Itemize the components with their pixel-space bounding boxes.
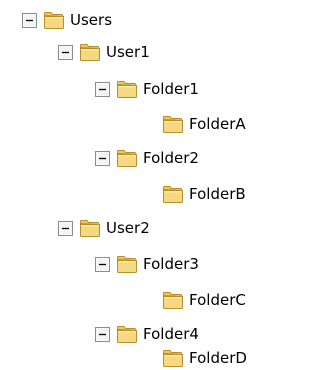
tree-node-folderd[interactable]: FolderD bbox=[162, 346, 247, 370]
tree-node-label[interactable]: FolderA bbox=[189, 112, 246, 136]
tree-node-users[interactable]: Users bbox=[22, 8, 112, 32]
collapse-minus-icon[interactable] bbox=[58, 45, 73, 60]
folder-icon bbox=[79, 42, 101, 62]
tree-node-foldera[interactable]: FolderA bbox=[162, 112, 246, 136]
folder-tree: Users User1 Folder1 FolderA Folder2 Fold… bbox=[0, 0, 274, 370]
folder-icon bbox=[162, 184, 184, 204]
tree-node-label[interactable]: Folder3 bbox=[143, 252, 199, 276]
tree-node-label[interactable]: User1 bbox=[106, 40, 150, 64]
folder-icon bbox=[162, 348, 184, 368]
folder-icon bbox=[116, 79, 138, 99]
collapse-minus-icon[interactable] bbox=[95, 151, 110, 166]
tree-node-label[interactable]: Folder4 bbox=[143, 322, 199, 346]
folder-icon bbox=[116, 254, 138, 274]
tree-node-user2[interactable]: User2 bbox=[58, 216, 150, 240]
tree-node-folder2[interactable]: Folder2 bbox=[95, 146, 199, 170]
tree-node-label[interactable]: FolderC bbox=[189, 288, 246, 312]
tree-node-label[interactable]: User2 bbox=[106, 216, 150, 240]
collapse-minus-icon[interactable] bbox=[22, 13, 37, 28]
folder-icon bbox=[79, 218, 101, 238]
tree-node-folder1[interactable]: Folder1 bbox=[95, 77, 199, 101]
tree-node-user1[interactable]: User1 bbox=[58, 40, 150, 64]
folder-icon bbox=[162, 290, 184, 310]
collapse-minus-icon[interactable] bbox=[58, 221, 73, 236]
collapse-minus-icon[interactable] bbox=[95, 327, 110, 342]
folder-icon bbox=[116, 148, 138, 168]
tree-node-label[interactable]: FolderB bbox=[189, 182, 246, 206]
tree-node-label[interactable]: FolderD bbox=[189, 346, 247, 370]
folder-icon bbox=[43, 10, 65, 30]
collapse-minus-icon[interactable] bbox=[95, 82, 110, 97]
tree-node-label[interactable]: Folder2 bbox=[143, 146, 199, 170]
folder-icon bbox=[162, 114, 184, 134]
tree-node-folderc[interactable]: FolderC bbox=[162, 288, 246, 312]
tree-node-folderb[interactable]: FolderB bbox=[162, 182, 246, 206]
tree-node-label[interactable]: Users bbox=[70, 8, 112, 32]
collapse-minus-icon[interactable] bbox=[95, 257, 110, 272]
folder-icon bbox=[116, 324, 138, 344]
tree-node-folder3[interactable]: Folder3 bbox=[95, 252, 199, 276]
tree-node-folder4[interactable]: Folder4 bbox=[95, 322, 199, 346]
tree-node-label[interactable]: Folder1 bbox=[143, 77, 199, 101]
